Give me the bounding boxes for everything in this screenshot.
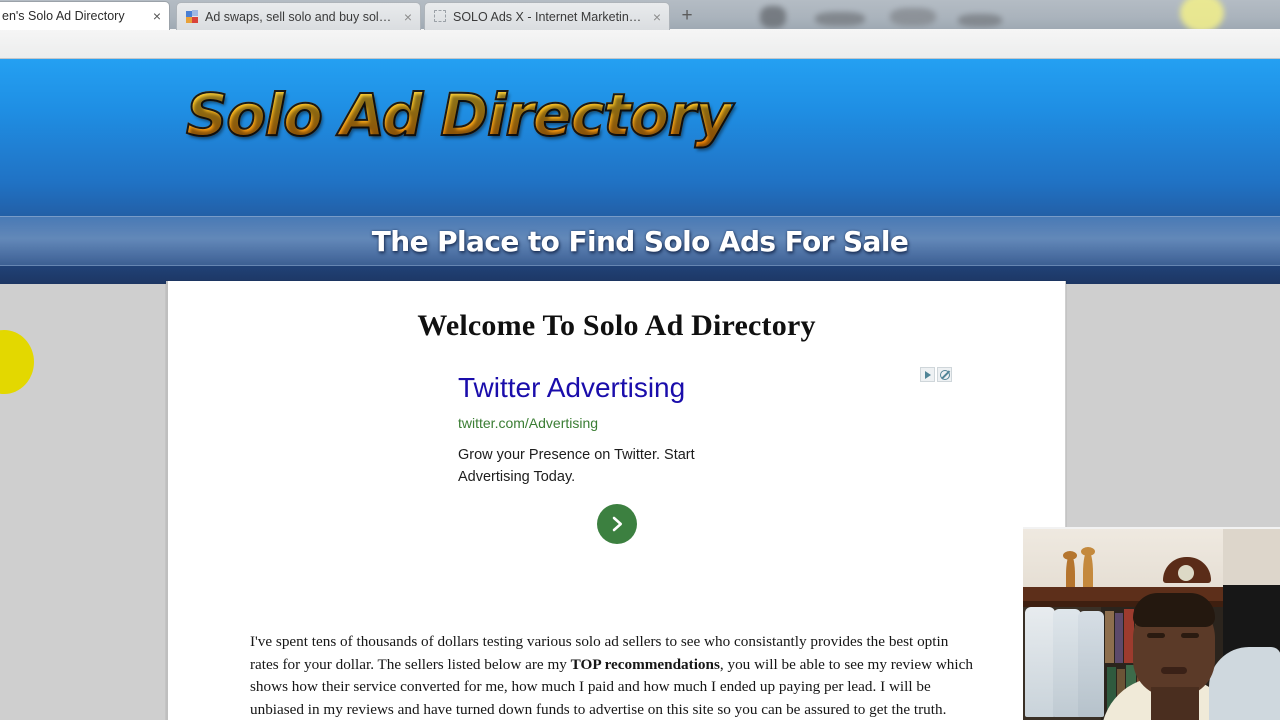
ad-description: Grow your Presence on Twitter. Start Adv… bbox=[458, 446, 695, 486]
browser-tab-bar: en's Solo Ad Directory × Ad swaps, sell … bbox=[0, 0, 1280, 30]
tab-title: SOLO Ads X - Internet Marketing Solo... bbox=[453, 9, 645, 24]
wc-wall-right bbox=[1223, 529, 1280, 589]
webcam-video-overlay[interactable] bbox=[1023, 527, 1280, 720]
ad-display-url[interactable]: twitter.com/Advertising bbox=[458, 415, 788, 431]
site-logo-text: Solo Ad Directory bbox=[185, 80, 734, 150]
color-blocks-favicon-icon bbox=[186, 10, 199, 23]
wc-person-mouth bbox=[1161, 667, 1187, 674]
intro-paragraph-bold: TOP recommendations bbox=[570, 655, 720, 673]
new-tab-button[interactable]: + bbox=[673, 4, 701, 28]
site-logo: Solo Ad Directory bbox=[185, 80, 734, 150]
browser-tab[interactable]: Ad swaps, sell solo and buy solo maili..… bbox=[176, 2, 421, 30]
tab-close-icon[interactable]: × bbox=[651, 10, 663, 24]
browser-toolbar bbox=[0, 29, 1280, 59]
yellow-circle-decoration bbox=[0, 330, 34, 394]
ad-title-link[interactable]: Twitter Advertising bbox=[458, 372, 788, 404]
content-panel: Welcome To Solo Ad Directory Twitter Adv… bbox=[166, 281, 1066, 720]
site-tagline: The Place to Find Solo Ads For Sale bbox=[371, 224, 909, 258]
wc-person-eye bbox=[1181, 633, 1199, 638]
wc-giraffe-head bbox=[1063, 551, 1077, 560]
screen-root: en's Solo Ad Directory × Ad swaps, sell … bbox=[0, 0, 1280, 720]
wc-person-neck bbox=[1151, 687, 1199, 720]
wc-hanging-shirt bbox=[1025, 607, 1055, 717]
tab-close-icon[interactable]: × bbox=[402, 10, 414, 24]
wc-person-shoulder-right bbox=[1209, 647, 1280, 720]
adsense-ad-block[interactable]: Twitter Advertising twitter.com/Advertis… bbox=[458, 367, 952, 489]
wc-giraffe-head bbox=[1081, 547, 1095, 556]
wc-clock-face bbox=[1178, 565, 1194, 581]
page-title: Welcome To Solo Ad Directory bbox=[417, 309, 816, 342]
browser-tab[interactable]: SOLO Ads X - Internet Marketing Solo... … bbox=[424, 2, 670, 30]
tab-title: en's Solo Ad Directory bbox=[2, 9, 125, 23]
wc-book bbox=[1115, 613, 1123, 663]
ad-block-circle-slash-icon[interactable] bbox=[937, 367, 952, 382]
intro-paragraph: I've spent tens of thousands of dollars … bbox=[250, 631, 974, 720]
wc-hanging-shirt bbox=[1078, 611, 1104, 717]
ad-controls bbox=[920, 367, 952, 382]
wc-person-hair bbox=[1133, 593, 1215, 627]
wc-person-eye bbox=[1147, 633, 1165, 638]
browser-tab[interactable]: en's Solo Ad Directory × bbox=[0, 1, 170, 30]
tab-title: Ad swaps, sell solo and buy solo maili..… bbox=[205, 9, 396, 24]
wc-book bbox=[1105, 611, 1114, 663]
chevron-right-icon bbox=[612, 516, 623, 532]
ad-info-triangle-icon[interactable] bbox=[920, 367, 935, 382]
wc-hanging-shirt bbox=[1053, 609, 1081, 717]
placeholder-favicon-icon bbox=[434, 10, 447, 23]
site-tagline-band: The Place to Find Solo Ads For Sale bbox=[0, 216, 1280, 266]
site-banner: Solo Ad Directory The Place to Find Solo… bbox=[0, 59, 1280, 284]
tab-close-icon[interactable]: × bbox=[151, 9, 163, 23]
next-chevron-button[interactable] bbox=[597, 504, 637, 544]
